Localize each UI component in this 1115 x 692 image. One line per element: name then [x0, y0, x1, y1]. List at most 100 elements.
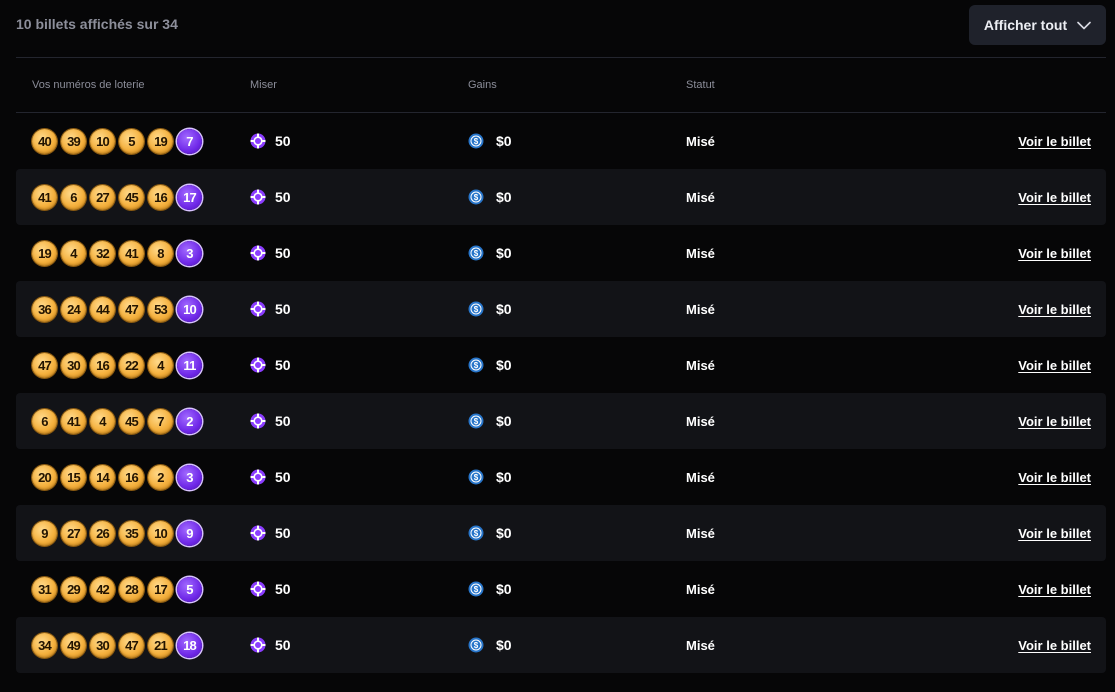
winnings-cell: $ $0	[468, 225, 512, 281]
winnings-amount: $0	[496, 189, 512, 205]
bonus-ball: 3	[177, 465, 202, 490]
number-ball: 21	[148, 633, 173, 658]
number-ball: 40	[32, 129, 57, 154]
view-ticket-link[interactable]: Voir le billet	[1018, 561, 1091, 617]
usdc-coin-icon: $	[468, 637, 484, 653]
view-ticket-link[interactable]: Voir le billet	[1018, 393, 1091, 449]
view-ticket-link[interactable]: Voir le billet	[1018, 113, 1091, 169]
view-ticket-link[interactable]: Voir le billet	[1018, 449, 1091, 505]
status-text: Misé	[686, 525, 715, 541]
view-ticket-link[interactable]: Voir le billet	[1018, 337, 1091, 393]
status-text: Misé	[686, 301, 715, 317]
winnings-amount: $0	[496, 301, 512, 317]
number-ball: 19	[148, 129, 173, 154]
bet-cell: 50	[250, 393, 291, 449]
number-ball: 29	[61, 577, 86, 602]
lottery-numbers: 41 6 27 45 16 17	[32, 185, 202, 210]
winnings-amount: $0	[496, 581, 512, 597]
view-ticket-link[interactable]: Voir le billet	[1018, 281, 1091, 337]
number-ball: 34	[32, 633, 57, 658]
bet-amount: 50	[275, 525, 291, 541]
lottery-numbers: 6 41 4 45 7 2	[32, 409, 202, 434]
bet-cell: 50	[250, 505, 291, 561]
bonus-ball: 10	[177, 297, 202, 322]
bonus-ball: 18	[177, 633, 202, 658]
view-ticket-link[interactable]: Voir le billet	[1018, 169, 1091, 225]
view-ticket-link[interactable]: Voir le billet	[1018, 225, 1091, 281]
winnings-amount: $0	[496, 637, 512, 653]
number-ball: 16	[119, 465, 144, 490]
usdc-coin-icon: $	[468, 189, 484, 205]
number-ball: 31	[32, 577, 57, 602]
show-all-dropdown[interactable]: Afficher tout	[969, 5, 1106, 45]
number-ball: 53	[148, 297, 173, 322]
winnings-cell: $ $0	[468, 169, 512, 225]
header-numbers: Vos numéros de loterie	[32, 79, 145, 91]
bet-cell: 50	[250, 449, 291, 505]
lottery-numbers: 20 15 14 16 2 3	[32, 465, 202, 490]
bonus-ball: 11	[177, 353, 202, 378]
number-ball: 4	[148, 353, 173, 378]
winnings-cell: $ $0	[468, 113, 512, 169]
number-ball: 44	[90, 297, 115, 322]
number-ball: 10	[90, 129, 115, 154]
number-ball: 47	[119, 633, 144, 658]
ticket-table-body: 40 39 10 5 19 7 50 $ $0 Misé Voir le bil…	[16, 113, 1106, 673]
bet-amount: 50	[275, 581, 291, 597]
status-text: Misé	[686, 581, 715, 597]
winnings-amount: $0	[496, 133, 512, 149]
bet-cell: 50	[250, 617, 291, 673]
number-ball: 19	[32, 241, 57, 266]
tickets-page: 10 billets affichés sur 34 Afficher tout…	[0, 0, 1115, 692]
number-ball: 27	[90, 185, 115, 210]
table-row: 31 29 42 28 17 5 50 $ $0 Misé Voir le bi…	[16, 561, 1106, 617]
table-row: 47 30 16 22 4 11 50 $ $0 Misé Voir le bi…	[16, 337, 1106, 393]
show-all-label: Afficher tout	[983, 17, 1068, 33]
bet-amount: 50	[275, 357, 291, 373]
lottery-numbers: 34 49 30 47 21 18	[32, 633, 202, 658]
chip-icon	[250, 189, 266, 205]
chip-icon	[250, 637, 266, 653]
view-ticket-link[interactable]: Voir le billet	[1018, 617, 1091, 673]
number-ball: 16	[90, 353, 115, 378]
number-ball: 10	[148, 521, 173, 546]
winnings-cell: $ $0	[468, 617, 512, 673]
usdc-coin-icon: $	[468, 525, 484, 541]
bet-cell: 50	[250, 281, 291, 337]
bet-cell: 50	[250, 169, 291, 225]
bonus-ball: 5	[177, 577, 202, 602]
view-ticket-link[interactable]: Voir le billet	[1018, 505, 1091, 561]
header-winnings: Gains	[468, 79, 497, 91]
table-row: 6 41 4 45 7 2 50 $ $0 Misé Voir le bille…	[16, 393, 1106, 449]
table-row: 36 24 44 47 53 10 50 $ $0 Misé Voir le b…	[16, 281, 1106, 337]
header-status: Statut	[686, 79, 715, 91]
svg-text:$: $	[474, 249, 479, 258]
number-ball: 30	[90, 633, 115, 658]
number-ball: 24	[61, 297, 86, 322]
svg-text:$: $	[474, 473, 479, 482]
bonus-ball: 9	[177, 521, 202, 546]
usdc-coin-icon: $	[468, 133, 484, 149]
lottery-numbers: 36 24 44 47 53 10	[32, 297, 202, 322]
chip-icon	[250, 357, 266, 373]
usdc-coin-icon: $	[468, 469, 484, 485]
number-ball: 5	[119, 129, 144, 154]
table-row: 40 39 10 5 19 7 50 $ $0 Misé Voir le bil…	[16, 113, 1106, 169]
usdc-coin-icon: $	[468, 413, 484, 429]
winnings-amount: $0	[496, 525, 512, 541]
chip-icon	[250, 525, 266, 541]
number-ball: 7	[148, 409, 173, 434]
winnings-cell: $ $0	[468, 505, 512, 561]
lottery-numbers: 40 39 10 5 19 7	[32, 129, 202, 154]
winnings-amount: $0	[496, 357, 512, 373]
table-row: 20 15 14 16 2 3 50 $ $0 Misé Voir le bil…	[16, 449, 1106, 505]
svg-text:$: $	[474, 529, 479, 538]
bonus-ball: 17	[177, 185, 202, 210]
winnings-cell: $ $0	[468, 449, 512, 505]
number-ball: 9	[32, 521, 57, 546]
winnings-cell: $ $0	[468, 561, 512, 617]
number-ball: 36	[32, 297, 57, 322]
ticket-count-text: 10 billets affichés sur 34	[16, 15, 178, 32]
status-text: Misé	[686, 637, 715, 653]
usdc-coin-icon: $	[468, 357, 484, 373]
